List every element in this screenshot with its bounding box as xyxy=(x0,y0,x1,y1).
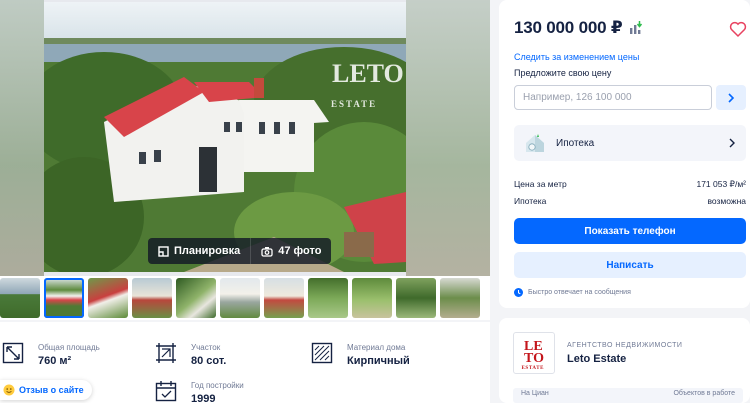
feature-value: 1999 xyxy=(191,393,216,403)
svg-text:LETO: LETO xyxy=(332,59,404,88)
main-photo[interactable]: LETO ESTATE xyxy=(44,2,406,272)
chevron-right-icon xyxy=(729,138,735,148)
feature-label: Материал дома xyxy=(347,343,406,352)
feature-value: 80 сот. xyxy=(191,355,227,367)
svg-text:ESTATE: ESTATE xyxy=(522,366,545,371)
layout-button[interactable]: Планировка xyxy=(148,238,250,264)
show-phone-button[interactable]: Показать телефон xyxy=(514,218,746,244)
info-value: возможна xyxy=(707,196,746,206)
agency-logo[interactable]: LE TO ESTATE xyxy=(513,332,555,374)
photo-blur-right xyxy=(406,0,490,276)
offer-price-label: Предложите свою цену xyxy=(514,68,612,78)
fast-reply-note: Быстро отвечает на сообщения xyxy=(514,288,631,297)
thumbnail-strip xyxy=(0,278,490,318)
agency-name[interactable]: Leto Estate xyxy=(567,353,626,365)
thumbnail-selected[interactable] xyxy=(44,278,84,318)
info-label: Ипотека xyxy=(514,196,547,206)
thumbnail[interactable] xyxy=(176,278,216,318)
price-per-meter-row: Цена за метр 171 053 ₽/м² xyxy=(514,179,746,190)
agency-stats: На Циан Объектов в работе xyxy=(513,388,743,403)
site-review-button[interactable]: Отзыв о сайте xyxy=(0,380,92,400)
info-label: Цена за метр xyxy=(514,179,567,189)
mortgage-row: Ипотека возможна xyxy=(514,196,746,206)
photo-actions-bar: Планировка 47 фото xyxy=(148,238,332,264)
svg-text:ESTATE: ESTATE xyxy=(331,99,377,109)
feature-value: 760 м² xyxy=(38,355,72,367)
agency-card: LE TO ESTATE АГЕНТСТВО НЕДВИЖИМОСТИ Leto… xyxy=(499,318,750,403)
heart-icon[interactable] xyxy=(729,20,747,38)
brick-icon xyxy=(311,342,333,364)
area-icon xyxy=(2,342,24,364)
info-value: 171 053 ₽/м² xyxy=(696,179,746,189)
photos-count: 47 фото xyxy=(278,245,322,257)
feature-year: Год постройки 1999 xyxy=(155,380,244,403)
photo-gallery: LETO ESTATE Планировка 47 фото xyxy=(0,0,490,320)
layout-label: Планировка xyxy=(174,245,241,257)
agency-type: АГЕНТСТВО НЕДВИЖИМОСТИ xyxy=(567,342,683,349)
price-row: 130 000 000 ₽ xyxy=(514,18,643,38)
mortgage-label: Ипотека xyxy=(556,137,595,149)
feature-total-area: Общая площадь 760 м² xyxy=(2,342,100,367)
thumbnail[interactable] xyxy=(308,278,348,318)
smile-icon xyxy=(3,384,15,396)
write-message-button[interactable]: Написать xyxy=(514,252,746,278)
feature-value: Кирпичный xyxy=(347,355,410,367)
feature-label: Общая площадь xyxy=(38,343,100,352)
feature-label: Год постройки xyxy=(191,381,244,390)
svg-text:TO: TO xyxy=(524,351,544,366)
house-photo: LETO ESTATE xyxy=(44,2,406,272)
thumbnail[interactable] xyxy=(264,278,304,318)
calendar-icon xyxy=(155,381,177,402)
main-photo-area[interactable]: LETO ESTATE Планировка 47 фото xyxy=(0,0,490,276)
price-card: 130 000 000 ₽ Следить за изменением цены… xyxy=(499,0,750,308)
thumbnail[interactable] xyxy=(88,278,128,318)
leto-estate-logo: LE TO ESTATE xyxy=(522,339,545,371)
offer-price-input[interactable] xyxy=(514,85,712,110)
thumbnail[interactable] xyxy=(132,278,172,318)
chevron-right-icon xyxy=(728,92,735,103)
thumbnail[interactable] xyxy=(440,278,480,318)
floorplan-icon xyxy=(158,245,169,257)
feature-material: Материал дома Кирпичный xyxy=(311,342,410,367)
thumbnail[interactable] xyxy=(220,278,260,318)
clock-icon xyxy=(514,288,523,297)
plot-icon xyxy=(156,343,176,363)
photos-button[interactable]: 47 фото xyxy=(250,238,331,264)
camera-icon xyxy=(261,246,273,257)
stats-label-left: На Циан xyxy=(521,390,549,397)
fast-reply-label: Быстро отвечает на сообщения xyxy=(528,289,631,296)
feature-plot: Участок 80 сот. xyxy=(155,342,226,367)
price: 130 000 000 ₽ xyxy=(514,18,623,37)
photo-blur-left xyxy=(0,0,44,276)
thumbnail[interactable] xyxy=(0,278,40,318)
stats-label-right: Объектов в работе xyxy=(673,390,735,397)
site-review-label: Отзыв о сайте xyxy=(19,385,84,395)
thumbnail[interactable] xyxy=(352,278,392,318)
follow-price-link[interactable]: Следить за изменением цены xyxy=(514,52,639,62)
feature-label: Участок xyxy=(191,343,221,352)
thumbnail[interactable] xyxy=(396,278,436,318)
mortgage-block[interactable]: Ипотека xyxy=(514,125,746,161)
house-icon xyxy=(526,134,544,152)
offer-submit-button[interactable] xyxy=(716,85,746,110)
price-history-icon[interactable] xyxy=(629,21,643,35)
